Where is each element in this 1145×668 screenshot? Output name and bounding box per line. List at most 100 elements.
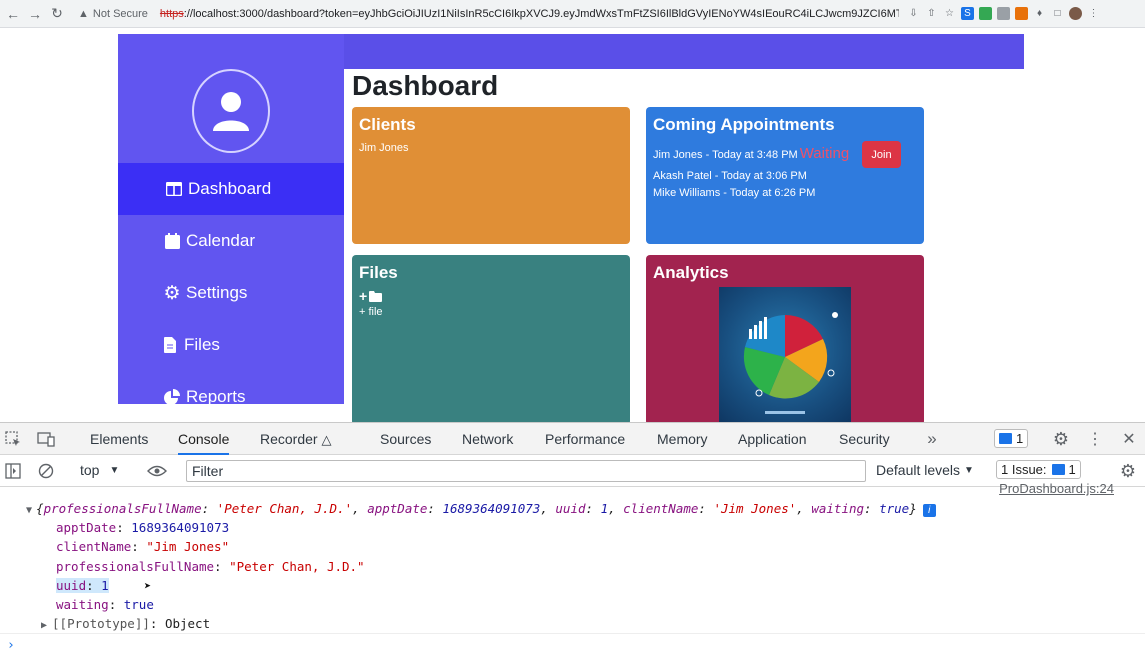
messages-badge[interactable]: 1: [994, 429, 1029, 448]
log-property: professionalsFullName: "Peter Chan, J.D.…: [56, 559, 365, 574]
console-settings-gear-icon[interactable]: ⚙: [1119, 461, 1137, 481]
files-card: Files + + file: [352, 255, 630, 422]
property-value: "Jim Jones": [146, 539, 230, 554]
sidebar-item-label: Dashboard: [188, 179, 272, 198]
card-title: Files: [359, 263, 398, 282]
flask-icon: △: [321, 432, 332, 447]
mouse-cursor-icon: ➤: [144, 579, 152, 593]
log-property: waiting: true: [56, 597, 154, 612]
add-folder-button[interactable]: +: [359, 288, 383, 304]
log-object-summary[interactable]: ▼ {professionalsFullName: 'Peter Chan, J.…: [26, 501, 936, 517]
join-button[interactable]: Join: [862, 141, 901, 168]
tab-application[interactable]: Application: [738, 423, 807, 455]
extension-green-icon[interactable]: [979, 7, 992, 20]
source-link[interactable]: ProDashboard.js:24: [999, 481, 1114, 496]
console-output: ProDashboard.js:24 ▼ {professionalsFullNa…: [0, 481, 1145, 668]
chat-icon: [999, 433, 1012, 444]
log-levels-dropdown[interactable]: Default levels ▼: [876, 462, 974, 478]
card-title: Coming Appointments: [653, 115, 835, 134]
sidebar-item-reports[interactable]: Reports: [118, 371, 344, 422]
summary-value: true: [879, 501, 910, 516]
kebab-menu-icon[interactable]: ⋮: [1086, 430, 1104, 448]
client-item[interactable]: Jim Jones: [359, 142, 409, 154]
property-key: apptDate: [56, 520, 117, 535]
prompt-chevron-icon: ›: [7, 638, 15, 653]
url-text: ://localhost:3000/dashboard?token=eyJhbG…: [183, 7, 899, 20]
gear-icon: ⚙: [163, 282, 181, 304]
console-prompt[interactable]: ›: [0, 633, 1145, 663]
add-file-button[interactable]: + file: [359, 306, 383, 318]
tab-security[interactable]: Security: [839, 423, 890, 455]
close-icon[interactable]: ✕: [1120, 430, 1138, 448]
property-value: true: [123, 597, 154, 612]
log-prototype[interactable]: ▶ [[Prototype]]: Object: [41, 616, 210, 631]
avatar-icon[interactable]: [1069, 7, 1082, 20]
issues-label: 1 Issue:: [1001, 462, 1047, 477]
property-key: waiting: [56, 597, 109, 612]
extension-fox-icon[interactable]: [1015, 7, 1028, 20]
security-label: Not Secure: [92, 7, 148, 20]
sidebar-item-files[interactable]: Files: [118, 319, 344, 371]
property-key: professionalsFullName: [56, 559, 215, 574]
tab-recorder[interactable]: Recorder △: [260, 423, 331, 455]
summary-key: apptDate: [367, 501, 428, 516]
summary-key: clientName: [623, 501, 699, 516]
summary-key: waiting: [811, 501, 865, 516]
kebab-menu-icon[interactable]: ⋮: [1087, 7, 1100, 20]
extension-s-icon[interactable]: S: [961, 7, 974, 20]
device-toolbar-icon[interactable]: [37, 430, 55, 448]
tab-sources[interactable]: Sources: [380, 423, 431, 455]
warning-icon: ▲: [78, 7, 89, 20]
appointments-card: Coming Appointments Jim Jones - Today at…: [646, 107, 924, 244]
pie-chart-icon: [162, 389, 182, 405]
add-folder-label: +: [359, 288, 368, 304]
tab-console[interactable]: Console: [178, 423, 230, 455]
info-icon[interactable]: i: [922, 504, 936, 517]
extension-bar: ⇩ ⇧ ☆ S ♦ □ ⋮: [907, 7, 1100, 20]
devtools-tab-bar: Elements Console Recorder △ Sources Netw…: [0, 423, 1145, 455]
sidebar-item-settings[interactable]: ⚙ Settings: [118, 267, 344, 319]
context-selector[interactable]: top ▼: [80, 462, 119, 478]
more-tabs-icon[interactable]: »: [923, 429, 941, 448]
status-badge: Waiting: [799, 145, 850, 162]
sidebar-toggle-icon[interactable]: [4, 462, 22, 480]
issues-badge[interactable]: 1 Issue: 1: [996, 460, 1081, 479]
appointment-text: Jim Jones - Today at 3:48 PM: [653, 149, 798, 161]
bookmark-star-icon[interactable]: ☆: [943, 7, 956, 20]
reload-icon[interactable]: ↻: [46, 3, 68, 25]
property-key: clientName: [56, 539, 132, 554]
tab-network[interactable]: Network: [462, 423, 513, 455]
extension-grey-icon[interactable]: [997, 7, 1010, 20]
property-value: "Peter Chan, J.D.": [229, 559, 365, 574]
avatar[interactable]: [192, 69, 270, 153]
expand-triangle-icon[interactable]: ▶: [41, 620, 47, 631]
sidebar-item-label: Files: [184, 335, 220, 354]
tab-memory[interactable]: Memory: [657, 423, 708, 455]
tab-label: Recorder: [260, 431, 318, 447]
back-icon[interactable]: ←: [2, 3, 24, 25]
filter-input[interactable]: Filter: [186, 460, 866, 482]
eye-icon[interactable]: [146, 462, 168, 480]
clear-console-icon[interactable]: [37, 462, 55, 480]
summary-value: 1: [600, 501, 609, 516]
tab-performance[interactable]: Performance: [545, 423, 625, 455]
inspect-element-icon[interactable]: [4, 430, 22, 448]
address-bar[interactable]: ▲ Not Secure https ://localhost:3000/das…: [74, 3, 899, 25]
tab-elements[interactable]: Elements: [90, 423, 148, 455]
settings-gear-icon[interactable]: ⚙: [1052, 429, 1070, 449]
appointment-item: Akash Patel - Today at 3:06 PM: [653, 170, 807, 182]
share-icon[interactable]: ⇧: [925, 7, 938, 20]
url-scheme: https: [159, 7, 184, 20]
sidepanel-icon[interactable]: □: [1051, 7, 1064, 20]
expand-triangle-icon[interactable]: ▼: [26, 505, 32, 516]
prototype-value: Object: [164, 616, 211, 631]
forward-icon[interactable]: →: [24, 3, 46, 25]
clients-card: Clients Jim Jones: [352, 107, 630, 244]
file-icon: [160, 337, 180, 353]
sidebar-item-calendar[interactable]: Calendar: [118, 215, 344, 267]
summary-value: 1689364091073: [442, 501, 541, 516]
log-property: apptDate: 1689364091073: [56, 520, 230, 535]
install-icon[interactable]: ⇩: [907, 7, 920, 20]
puzzle-icon[interactable]: ♦: [1033, 7, 1046, 20]
sidebar-item-dashboard[interactable]: Dashboard: [118, 163, 344, 215]
